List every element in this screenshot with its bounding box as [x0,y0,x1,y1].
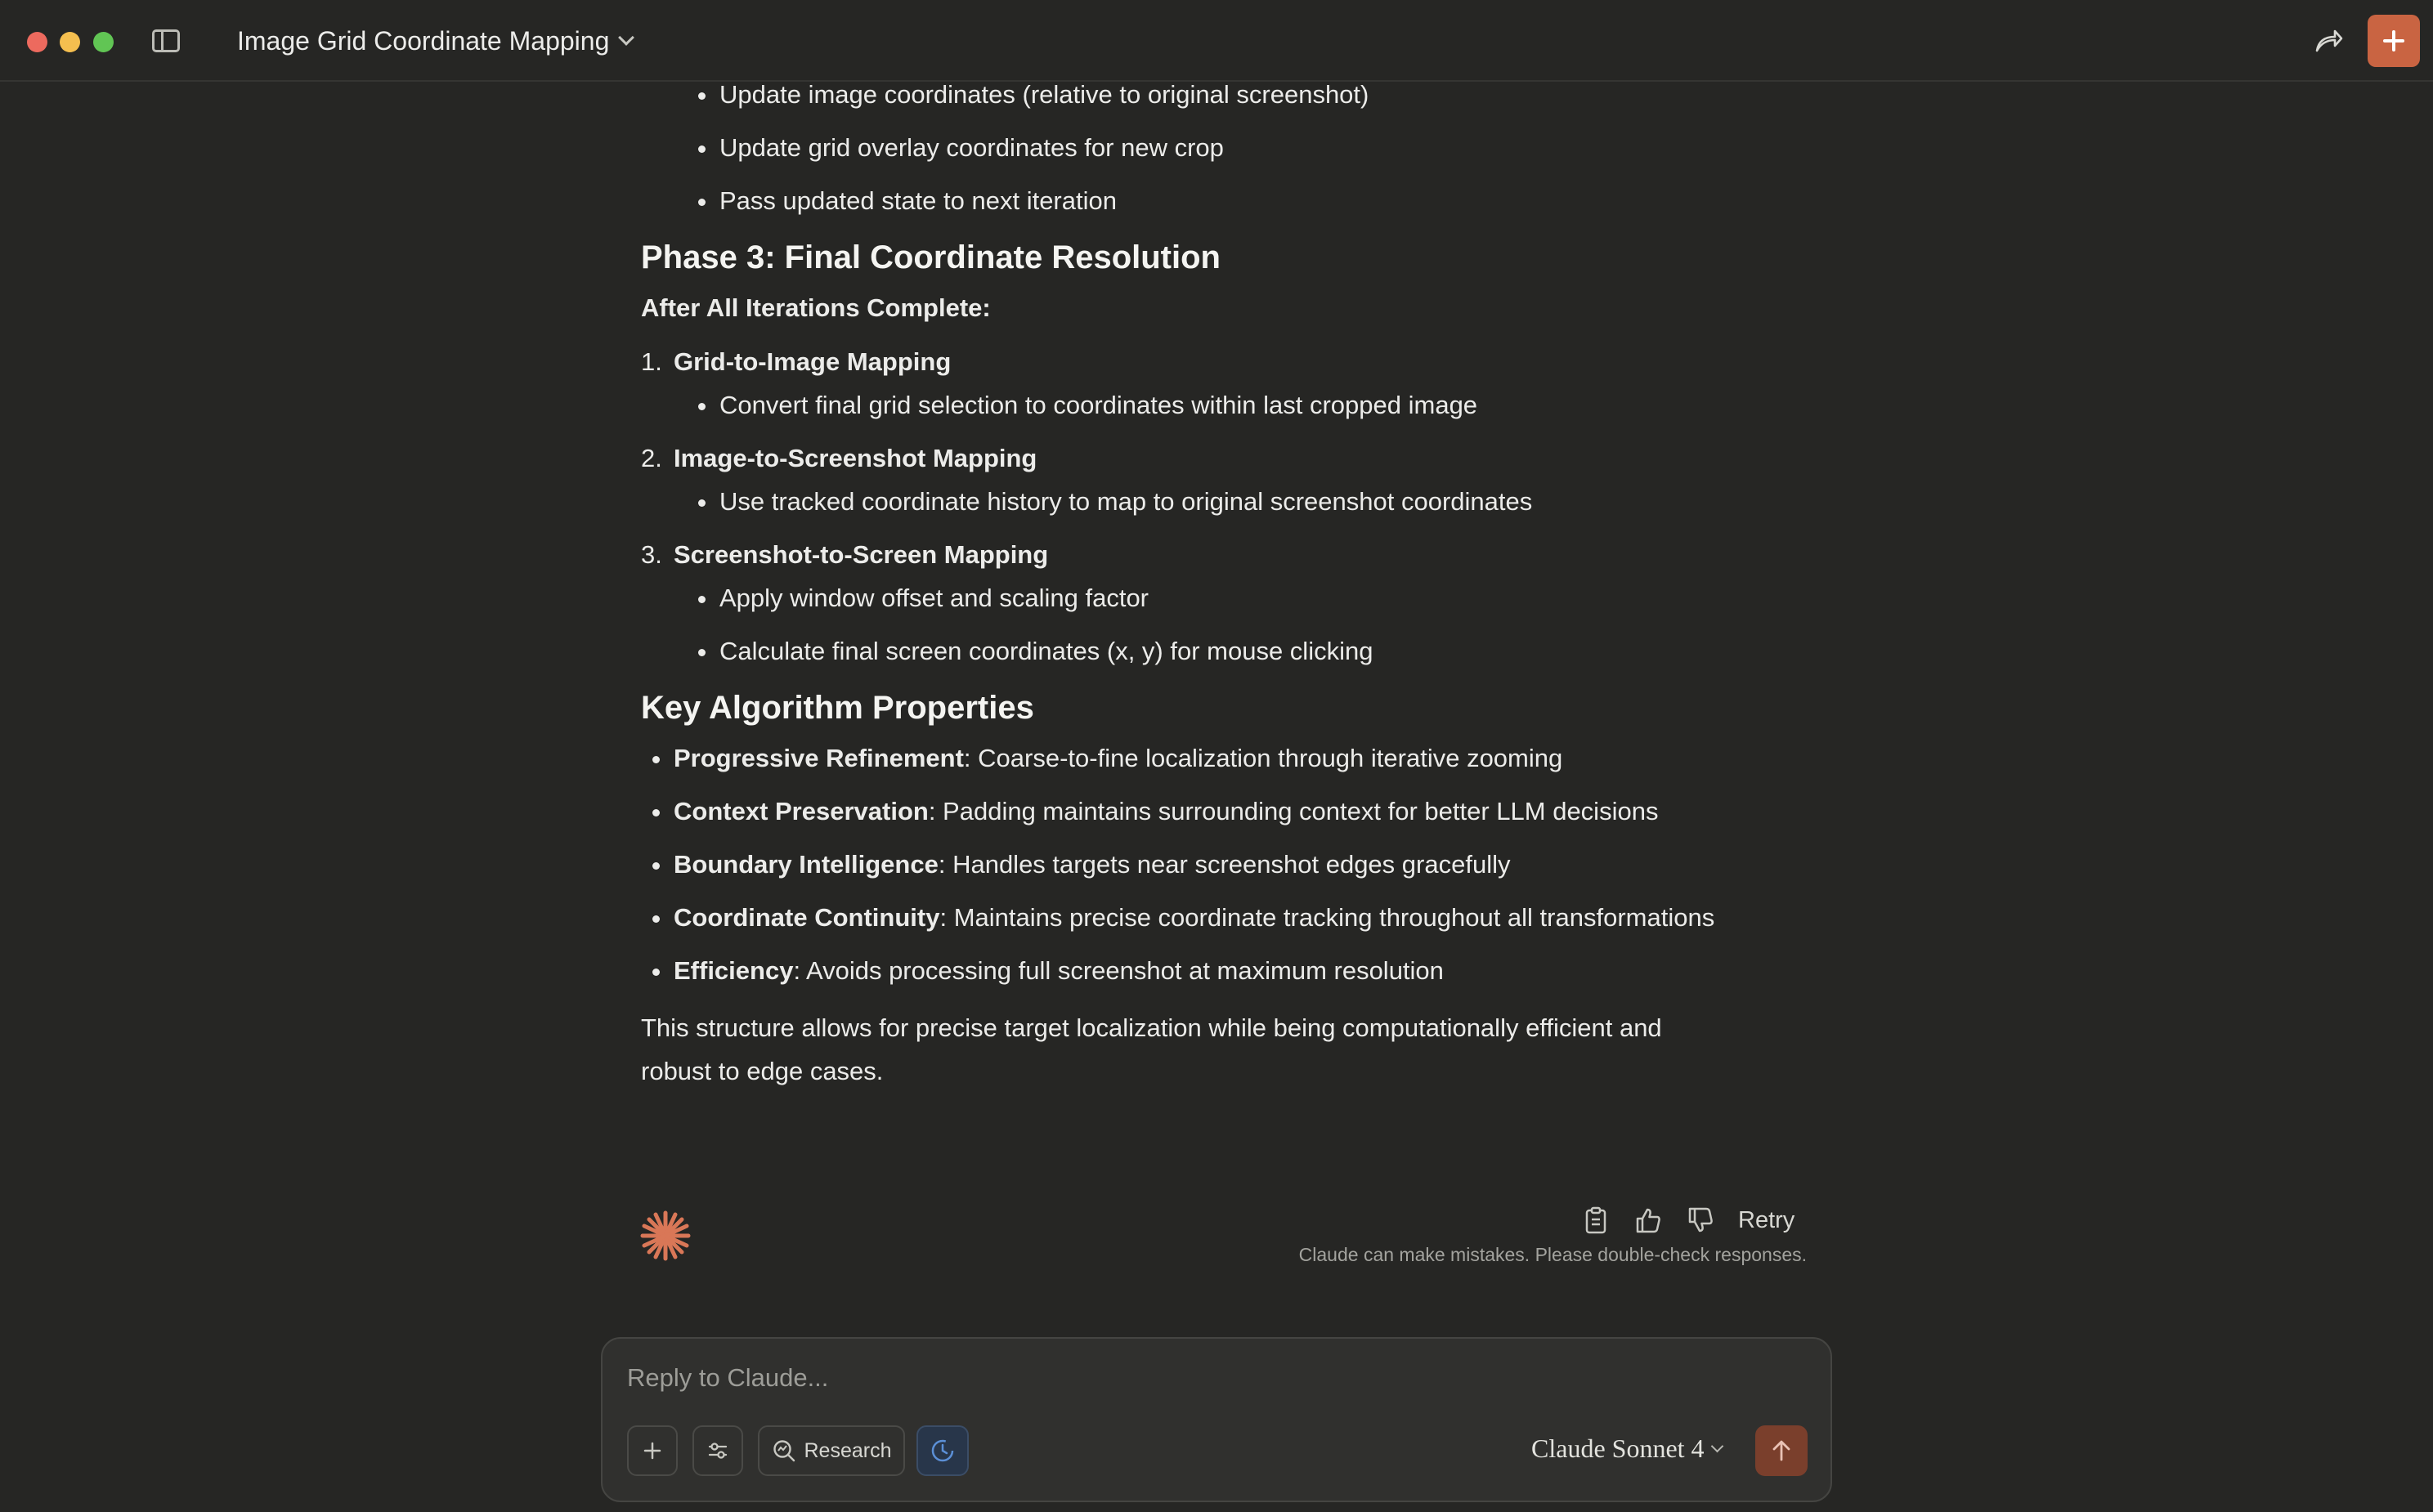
property-term: Progressive Refinement [674,744,964,772]
list-item: Use tracked coordinate history to map to… [641,484,1818,520]
property-term: Efficiency [674,956,794,985]
list-item: Update image coordinates (relative to or… [641,77,1818,113]
subheading: After All Iterations Complete: [641,293,991,322]
claude-logo-icon [638,1208,693,1264]
property-desc: : Avoids processing full screenshot at m… [793,956,1444,985]
property-desc: : Coarse-to-fine localization through it… [963,744,1563,772]
step-item: 2. Image-to-Screenshot Mapping Use track… [641,441,1818,520]
research-button[interactable]: Research [758,1425,905,1476]
chevron-down-icon [1710,1439,1723,1453]
extended-thinking-toggle[interactable] [916,1425,969,1476]
property-term: Coordinate Continuity [674,903,940,932]
copy-icon [1585,1206,1606,1234]
step-title: Screenshot-to-Screen Mapping [674,540,1049,569]
new-chat-button[interactable] [2368,15,2420,67]
share-icon [2315,29,2343,52]
list-item: Progressive Refinement: Coarse-to-fine l… [641,740,1818,776]
list-item: Convert final grid selection to coordina… [641,387,1818,423]
retry-button[interactable]: Retry [1738,1207,1795,1234]
disclaimer-text: Claude can make mistakes. Please double-… [1298,1244,1807,1265]
list-item: Coordinate Continuity: Maintains precise… [641,900,1818,936]
thumbs-down-button[interactable] [1674,1201,1727,1239]
attach-button[interactable] [627,1425,678,1476]
step-title: Grid-to-Image Mapping [674,347,952,376]
maximize-window-button[interactable] [93,32,114,52]
property-desc: : Padding maintains surrounding context … [928,797,1659,825]
list-item: Context Preservation: Padding maintains … [641,794,1818,830]
list-item: Boundary Intelligence: Handles targets n… [641,847,1818,883]
section-heading: Key Algorithm Properties [641,690,1034,726]
conversation-title-menu[interactable]: Image Grid Coordinate Mapping [237,25,635,57]
clock-icon [931,1439,954,1462]
properties-list: Progressive Refinement: Coarse-to-fine l… [641,740,1818,989]
research-icon [773,1440,795,1462]
message-actions: Retry [1570,1201,1795,1239]
title-bar: Image Grid Coordinate Mapping [0,0,2433,82]
property-term: Boundary Intelligence [674,850,939,879]
tools-button[interactable] [692,1425,743,1476]
step-number: 1. [641,347,662,376]
close-window-button[interactable] [27,32,47,52]
section-heading: Phase 3: Final Coordinate Resolution [641,239,1221,275]
chevron-down-icon [618,29,635,46]
send-button[interactable] [1755,1425,1808,1476]
list-item: Apply window offset and scaling factor [641,580,1818,616]
thumbs-up-button[interactable] [1622,1201,1674,1239]
list-item: Calculate final screen coordinates (x, y… [641,633,1818,669]
step-title: Image-to-Screenshot Mapping [674,444,1037,472]
thumbs-up-icon [1636,1208,1660,1233]
list-item: Pass updated state to next iteration [641,183,1818,219]
step-number: 3. [641,540,662,569]
sliders-icon [708,1443,728,1459]
list-item: Update grid overlay coordinates for new … [641,130,1818,166]
composer: Reply to Claude... Research Claude Sonne… [601,1337,1832,1502]
thumbs-down-icon [1688,1207,1713,1232]
top-bullet-list: Update image coordinates (relative to or… [641,77,1818,219]
property-desc: : Maintains precise coordinate tracking … [939,903,1715,932]
property-term: Context Preservation [674,797,929,825]
research-label: Research [804,1438,892,1462]
steps-list: 1. Grid-to-Image Mapping Convert final g… [641,344,1818,669]
plus-icon [643,1442,661,1460]
model-selector[interactable]: Claude Sonnet 4 [1531,1434,1723,1464]
assistant-message: Update image coordinates (relative to or… [641,80,1818,1093]
arrow-up-icon [1772,1440,1790,1461]
step-number: 2. [641,444,662,472]
list-item: Efficiency: Avoids processing full scree… [641,953,1818,989]
reply-input[interactable]: Reply to Claude... [627,1362,1772,1394]
share-button[interactable] [2310,25,2346,57]
sidebar-toggle-icon[interactable] [152,29,180,52]
step-item: 3. Screenshot-to-Screen Mapping Apply wi… [641,537,1818,669]
property-desc: : Handles targets near screenshot edges … [938,850,1511,879]
model-name: Claude Sonnet 4 [1531,1434,1705,1463]
conversation-title: Image Grid Coordinate Mapping [237,26,610,56]
minimize-window-button[interactable] [60,32,80,52]
step-item: 1. Grid-to-Image Mapping Convert final g… [641,344,1818,423]
conclusion-paragraph: This structure allows for precise target… [641,1013,1662,1085]
copy-button[interactable] [1570,1201,1622,1239]
